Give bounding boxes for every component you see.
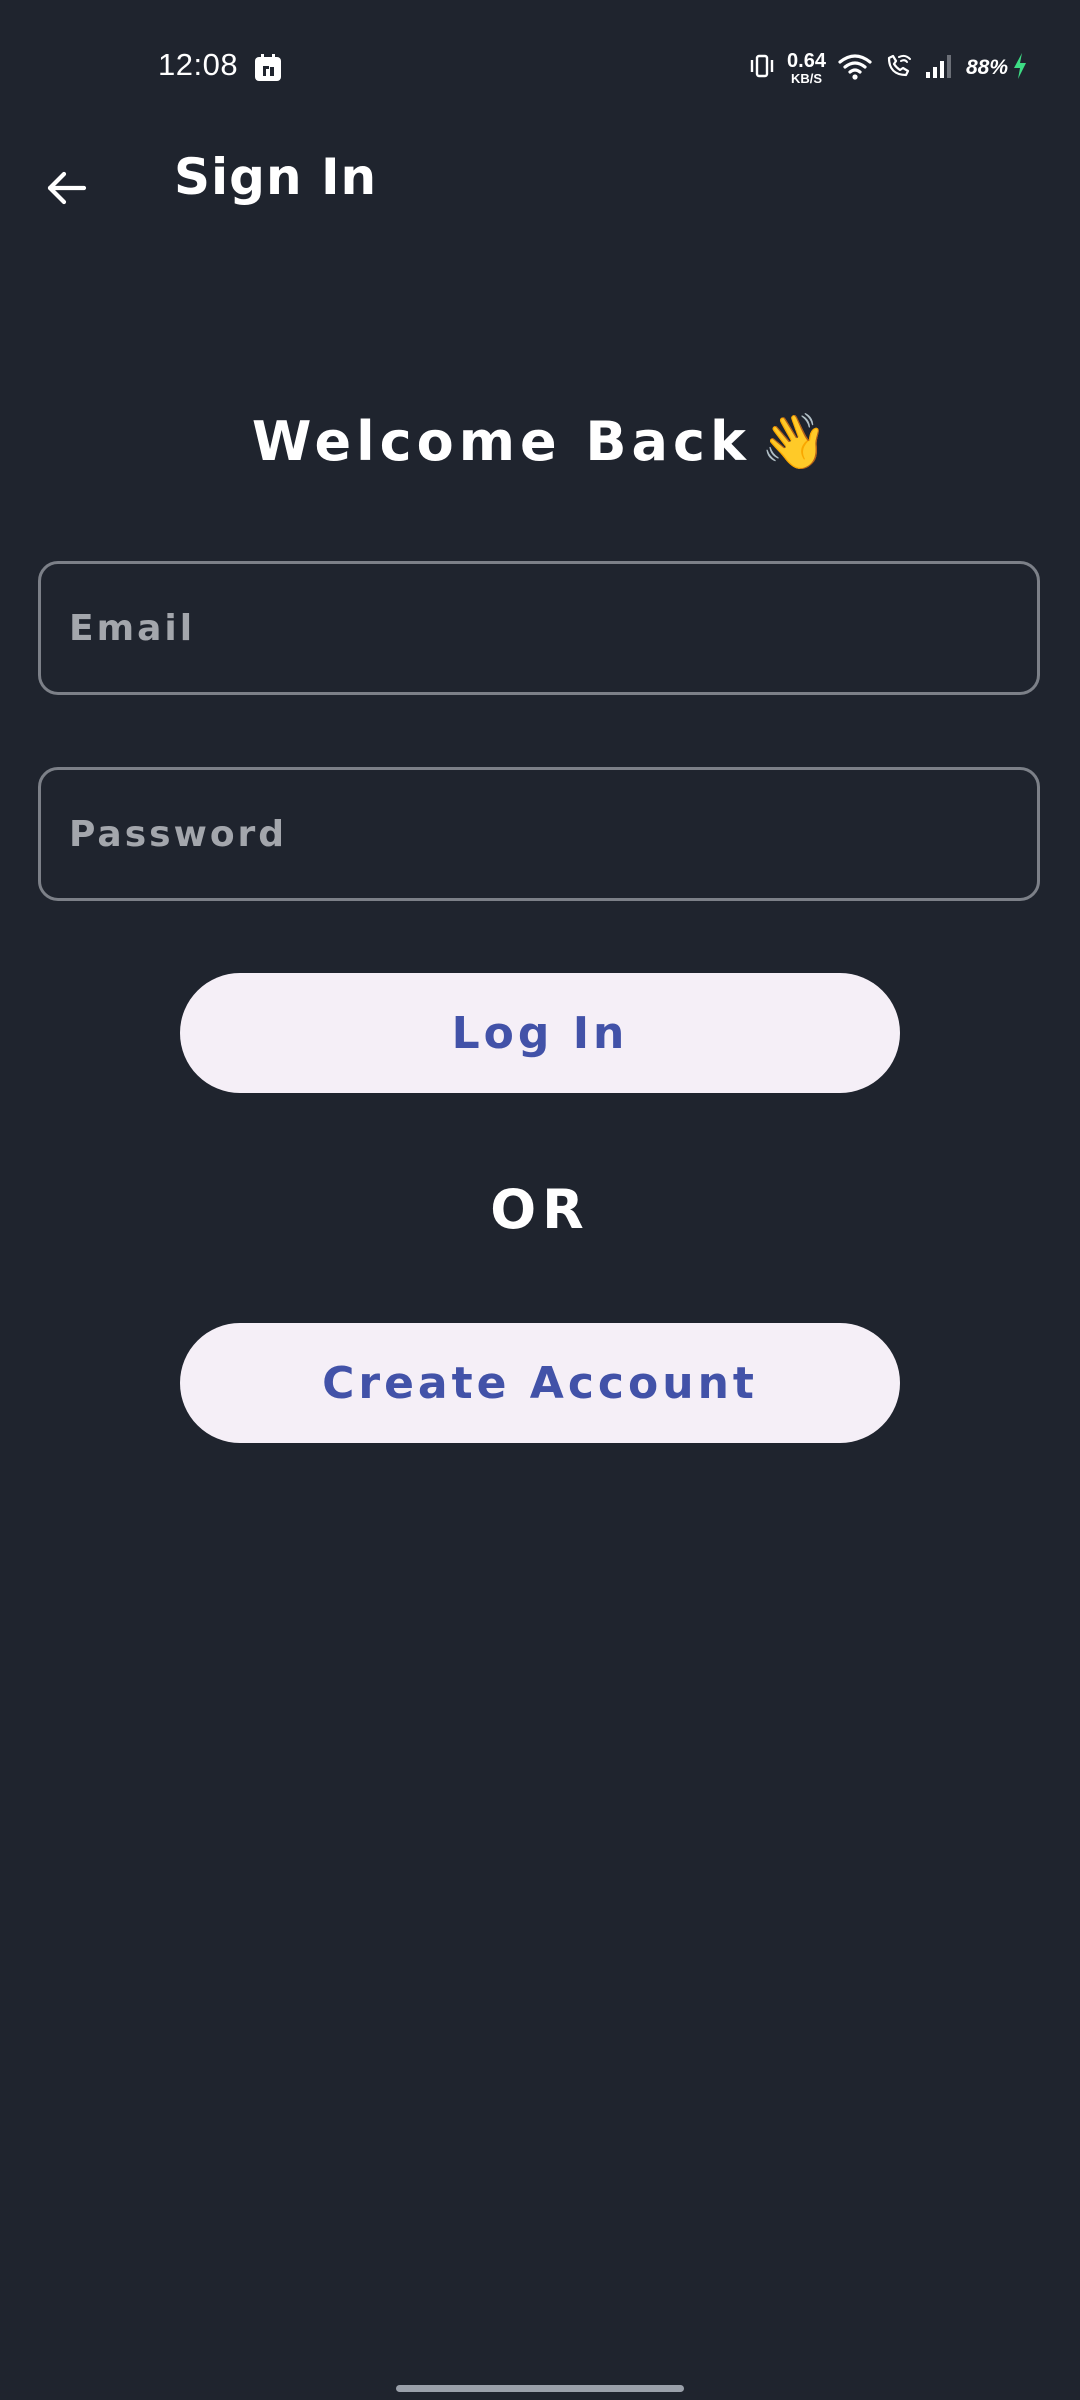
vibrate-icon	[749, 53, 775, 83]
signal-icon	[924, 53, 954, 83]
login-button[interactable]: Log In	[180, 973, 900, 1093]
password-field-container	[38, 767, 1040, 901]
email-field-container	[38, 561, 1040, 695]
or-divider: OR	[490, 1178, 590, 1241]
password-field[interactable]	[41, 770, 1037, 898]
create-account-button[interactable]: Create Account	[180, 1323, 900, 1443]
arrow-left-icon	[47, 171, 87, 205]
battery-percent: 88%	[965, 56, 1008, 79]
status-bar: 12:08 0.64 KB/S 88%	[0, 0, 1080, 136]
status-time: 12:08	[158, 47, 239, 82]
page-title: Sign In	[174, 148, 378, 206]
welcome-heading: Welcome Back 👋	[0, 410, 1080, 474]
email-field[interactable]	[41, 564, 1037, 692]
charging-icon	[1012, 52, 1028, 84]
net-speed: 0.64 KB/S	[787, 51, 826, 85]
waving-hand-icon: 👋	[760, 410, 829, 473]
net-speed-unit: KB/S	[790, 71, 823, 86]
net-speed-value: 0.64	[787, 50, 826, 72]
app-notification-icon	[254, 54, 282, 82]
welcome-text: Welcome Back	[251, 410, 751, 473]
wifi-icon	[838, 52, 872, 84]
gesture-navigation-bar[interactable]	[396, 2385, 684, 2392]
status-icons: 0.64 KB/S 88%	[737, 48, 1028, 88]
wifi-calling-icon	[884, 52, 912, 84]
top-app-bar: Sign In	[0, 136, 1080, 226]
back-button[interactable]	[30, 152, 102, 224]
